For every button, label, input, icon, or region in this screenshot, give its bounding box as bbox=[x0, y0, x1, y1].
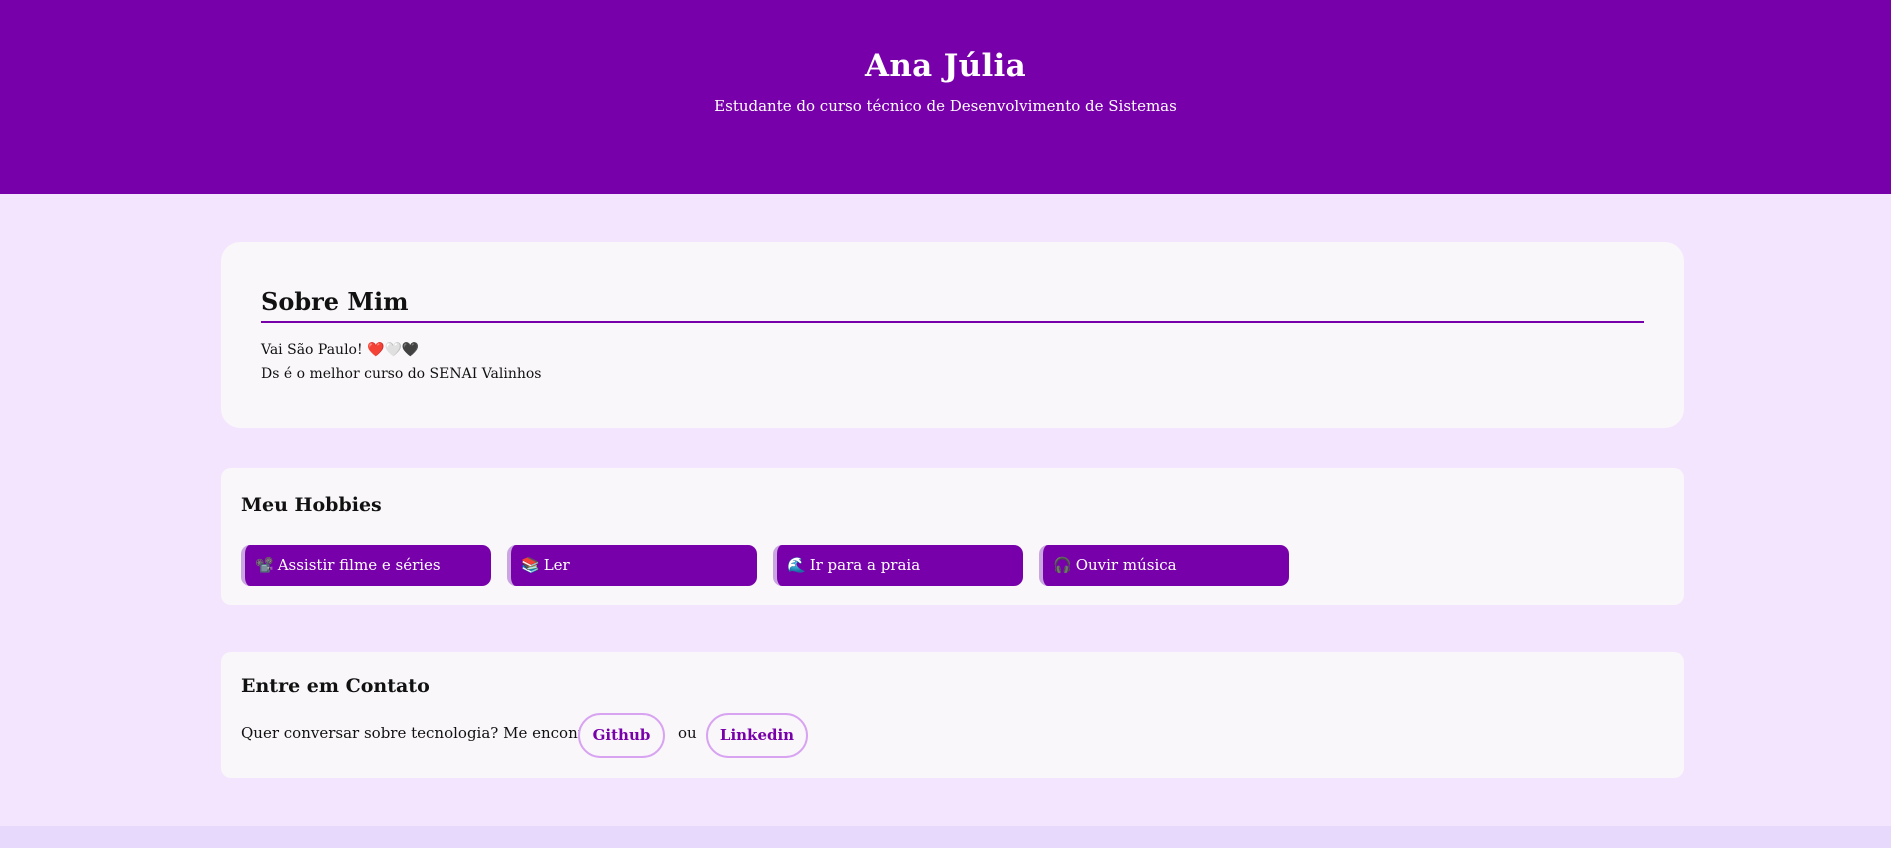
hobby-label: Assistir filme e séries bbox=[277, 556, 441, 574]
contact-text: Quer conversar sobre tecnologia? Me enco… bbox=[241, 724, 624, 742]
linkedin-link[interactable]: Linkedin bbox=[706, 713, 808, 758]
headphones-icon: 🎧 bbox=[1053, 556, 1072, 574]
github-link[interactable]: Github bbox=[578, 713, 665, 758]
contact-section: Entre em Contato Quer conversar sobre te… bbox=[221, 652, 1684, 778]
page-title: Ana Júlia bbox=[864, 48, 1026, 84]
hobby-label: Ouvir música bbox=[1075, 556, 1177, 574]
page-header: Ana Júlia Estudante do curso técnico de … bbox=[0, 0, 1891, 194]
page-footer bbox=[0, 826, 1891, 848]
hobby-label: Ler bbox=[543, 556, 570, 574]
about-section: Sobre Mim Vai São Paulo! ❤️🤍🖤 Ds é o mel… bbox=[221, 242, 1684, 428]
hobby-item-reading[interactable]: 📚 Ler bbox=[507, 545, 757, 586]
about-text-line: Vai São Paulo! ❤️🤍🖤 bbox=[261, 342, 420, 358]
film-projector-icon: 📽️ bbox=[255, 556, 274, 574]
about-text-line: Ds é o melhor curso do SENAI Valinhos bbox=[261, 366, 542, 382]
hobby-item-movies[interactable]: 📽️ Assistir filme e séries bbox=[241, 545, 491, 586]
wave-icon: 🌊 bbox=[787, 556, 806, 574]
hobby-item-music[interactable]: 🎧 Ouvir música bbox=[1039, 545, 1289, 586]
books-icon: 📚 bbox=[521, 556, 540, 574]
hobbies-title: Meu Hobbies bbox=[241, 494, 382, 516]
contact-or-text: ou bbox=[678, 724, 697, 742]
hobby-item-beach[interactable]: 🌊 Ir para a praia bbox=[773, 545, 1023, 586]
about-divider bbox=[261, 321, 1644, 323]
hobby-label: Ir para a praia bbox=[809, 556, 921, 574]
contact-title: Entre em Contato bbox=[241, 675, 430, 697]
about-title: Sobre Mim bbox=[261, 287, 409, 316]
hobbies-section: Meu Hobbies 📽️ Assistir filme e séries 📚 L… bbox=[221, 468, 1684, 605]
page-subtitle: Estudante do curso técnico de Desenvolvi… bbox=[714, 97, 1177, 115]
